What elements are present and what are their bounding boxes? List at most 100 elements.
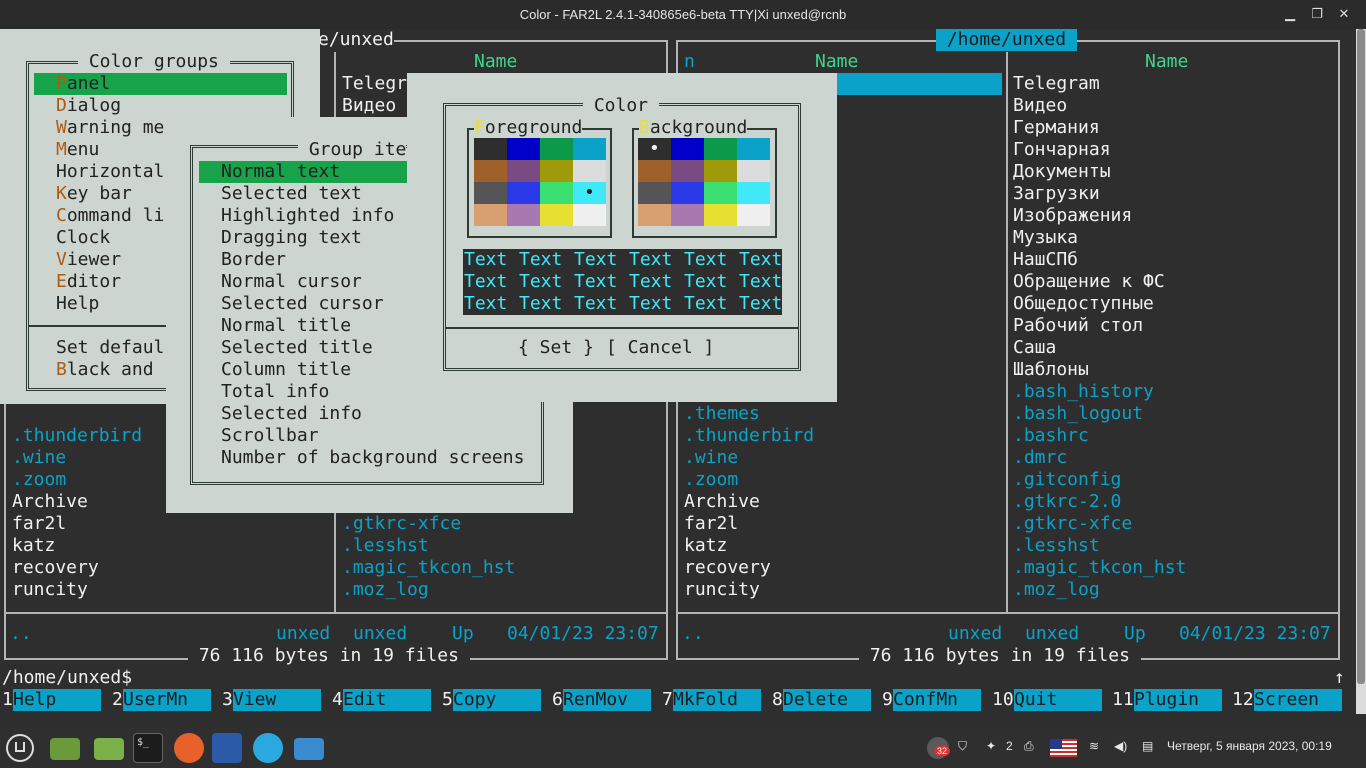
background-swatch[interactable] (737, 182, 770, 204)
color-group-item[interactable]: Dialog (56, 95, 121, 117)
color-group-item[interactable]: Help (56, 293, 99, 315)
clipboard-icon[interactable]: ▤ (1142, 739, 1153, 753)
file-item[interactable]: Музыка (1013, 227, 1078, 249)
file-item[interactable]: .gitconfig (1013, 469, 1121, 491)
color-group-item[interactable]: Command li (56, 205, 164, 227)
foreground-swatch[interactable] (507, 204, 540, 226)
color-group-item[interactable]: Black and (56, 359, 154, 381)
background-swatch[interactable] (704, 160, 737, 182)
screenshot-icon[interactable] (294, 738, 324, 760)
file-item[interactable]: .gtkrc-xfce (342, 513, 461, 535)
file-item[interactable]: katz (12, 535, 55, 557)
group-item[interactable]: Dragging text (221, 227, 362, 249)
group-item[interactable]: Scrollbar (221, 425, 319, 447)
foreground-swatch[interactable]: • (573, 182, 606, 204)
printer-icon[interactable]: ⎙ (1024, 739, 1034, 754)
keybar-copy-button[interactable]: Copy (453, 689, 541, 711)
color-group-item[interactable]: Panel (56, 73, 110, 95)
file-item[interactable]: .wine (684, 447, 738, 469)
file-item[interactable]: .thunderbird (12, 425, 142, 447)
file-item[interactable]: katz (684, 535, 727, 557)
file-item[interactable]: Рабочий стол (1013, 315, 1143, 337)
file-item[interactable]: Обращение к ФС (1013, 271, 1165, 293)
keybar-view-button[interactable]: View (233, 689, 321, 711)
group-item[interactable]: Selected cursor (221, 293, 384, 315)
file-item[interactable]: .gtkrc-2.0 (1013, 491, 1121, 513)
background-swatch[interactable] (671, 182, 704, 204)
file-item[interactable]: .bash_history (1013, 381, 1154, 403)
folder-icon[interactable] (94, 738, 124, 760)
foreground-swatch[interactable] (573, 138, 606, 160)
group-item[interactable]: Selected info (221, 403, 362, 425)
color-group-item[interactable]: Key bar (56, 183, 132, 205)
file-item[interactable]: Общедоступные (1013, 293, 1154, 315)
file-item[interactable]: .dmrc (1013, 447, 1067, 469)
file-manager-icon[interactable] (212, 733, 242, 763)
file-item[interactable]: .moz_log (342, 579, 429, 601)
group-item[interactable]: Column title (221, 359, 351, 381)
file-item[interactable]: .lesshst (1013, 535, 1100, 557)
foreground-swatch[interactable] (540, 204, 573, 226)
group-item[interactable]: Normal text (221, 161, 340, 183)
file-item[interactable]: Документы (1013, 161, 1111, 183)
wifi-icon[interactable]: ≋ (1089, 739, 1099, 753)
background-swatch[interactable] (671, 160, 704, 182)
group-item[interactable]: Number of background screens (221, 447, 524, 469)
file-item[interactable]: Саша (1013, 337, 1056, 359)
file-item[interactable]: recovery (12, 557, 99, 579)
group-item[interactable]: Selected title (221, 337, 373, 359)
file-item[interactable]: НашСПб (1013, 249, 1078, 271)
file-item[interactable]: far2l (684, 513, 738, 535)
file-item[interactable]: .zoom (12, 469, 66, 491)
keybar-quit-button[interactable]: Quit (1014, 689, 1102, 711)
file-item[interactable]: Telegr (342, 73, 407, 95)
color-group-item[interactable]: Clock (56, 227, 110, 249)
file-item[interactable]: .gtkrc-xfce (1013, 513, 1132, 535)
color-group-item[interactable]: Horizontal (56, 161, 164, 183)
file-item[interactable]: .wine (12, 447, 66, 469)
file-item[interactable]: .thunderbird (684, 425, 814, 447)
color-group-item[interactable]: Menu (56, 139, 99, 161)
file-item[interactable]: Изображения (1013, 205, 1132, 227)
file-item[interactable]: recovery (684, 557, 771, 579)
keybar-renmov-button[interactable]: RenMov (563, 689, 651, 711)
file-item[interactable]: Видео (342, 95, 396, 117)
keybar-edit-button[interactable]: Edit (343, 689, 431, 711)
file-item[interactable]: Шаблоны (1013, 359, 1089, 381)
us-flag-icon[interactable] (1050, 739, 1077, 757)
background-swatch[interactable]: • (638, 138, 671, 160)
keybar-screen-button[interactable]: Screen (1254, 689, 1342, 711)
keybar-confmn-button[interactable]: ConfMn (893, 689, 981, 711)
file-item[interactable]: Гончарная (1013, 139, 1111, 161)
background-swatch[interactable] (671, 204, 704, 226)
file-item[interactable]: .magic_tkcon_hst (1013, 557, 1186, 579)
group-item[interactable]: Border (221, 249, 286, 271)
file-item[interactable]: .lesshst (342, 535, 429, 557)
minimize-icon[interactable]: ▁ (1281, 6, 1299, 24)
background-swatch[interactable] (638, 204, 671, 226)
foreground-swatch[interactable] (474, 160, 507, 182)
group-item[interactable]: Total info (221, 381, 329, 403)
foreground-swatch[interactable] (540, 160, 573, 182)
file-item[interactable]: .moz_log (1013, 579, 1100, 601)
terminal-icon[interactable]: $_ (133, 733, 163, 763)
file-item[interactable]: Telegram (1013, 73, 1100, 95)
group-item[interactable]: Normal cursor (221, 271, 362, 293)
group-item[interactable]: Normal title (221, 315, 351, 337)
background-swatch[interactable] (704, 204, 737, 226)
volume-icon[interactable]: ◀) (1114, 739, 1127, 753)
foreground-swatch[interactable] (474, 182, 507, 204)
file-item[interactable]: .bash_logout (1013, 403, 1143, 425)
mint-menu-icon[interactable] (6, 734, 34, 762)
background-swatch[interactable] (704, 138, 737, 160)
foreground-swatch[interactable] (573, 160, 606, 182)
foreground-swatch[interactable] (540, 138, 573, 160)
shield-icon[interactable]: ⛉ (958, 739, 967, 754)
file-item[interactable]: .zoom (684, 469, 738, 491)
color-group-item[interactable]: Set defaul (56, 337, 164, 359)
background-swatch[interactable] (737, 204, 770, 226)
folder-icon[interactable] (50, 738, 80, 760)
foreground-swatch[interactable] (540, 182, 573, 204)
background-swatch[interactable] (704, 182, 737, 204)
background-swatch[interactable] (737, 138, 770, 160)
